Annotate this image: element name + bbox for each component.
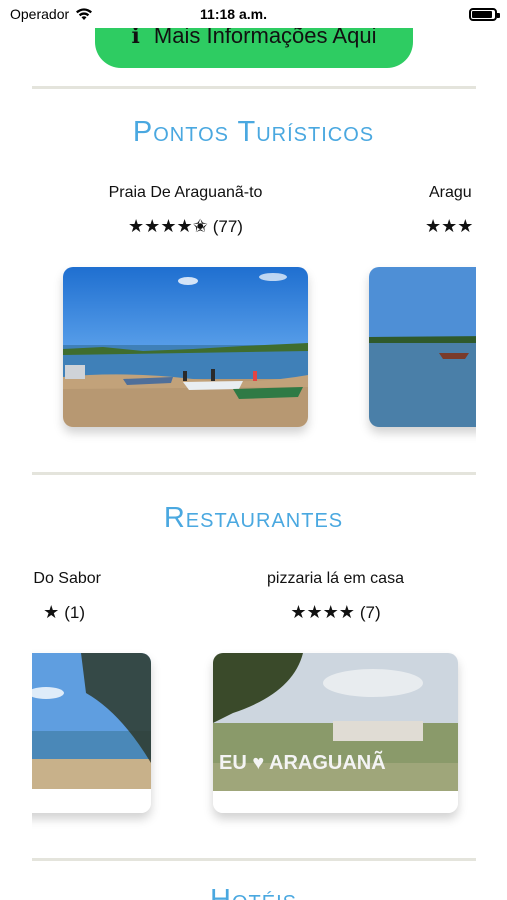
card-name: Do Sabor — [33, 570, 101, 587]
rating-count: (77) — [212, 217, 243, 236]
card-name: Praia De Araguanã-to — [108, 184, 263, 201]
lake-photo[interactable] — [32, 653, 151, 813]
hotels-section-title: Hotéis — [210, 884, 297, 900]
city-sign-photo[interactable]: EU ♥ ARAGUANÃ — [213, 653, 458, 813]
section-divider — [32, 86, 476, 89]
hotels-title-clip: Hotéis — [0, 876, 507, 900]
restaurant-card[interactable]: pizzaria lá em casa ★★★★ (7) EU ♥ ARAGUA… — [213, 570, 458, 813]
beach-photo[interactable] — [63, 267, 308, 427]
card-rating: ★★★ — [369, 216, 476, 237]
card-rating: ★★★★ (7) — [213, 602, 458, 623]
rating-count: (7) — [359, 603, 381, 622]
carrier-name: Operador — [10, 6, 70, 22]
rating-stars: ★ — [43, 602, 60, 623]
rating-stars: ★★★ — [425, 216, 474, 237]
section-divider — [32, 472, 476, 475]
tourist-card[interactable]: Praia De Araguanã-to ★★★★✬ (77) — [63, 184, 308, 427]
restaurant-card[interactable]: Do Sabor ★ (1) — [32, 570, 151, 813]
card-name: pizzaria lá em casa — [267, 570, 404, 587]
tourist-section-title: Pontos Turísticos — [132, 116, 375, 148]
rating-stars: ★★★★ — [290, 602, 355, 623]
sign-text: EU ♥ ARAGUANÃ — [219, 751, 386, 774]
card-name: Aragu — [429, 184, 472, 201]
rating-stars: ★★★★✬ — [128, 216, 208, 237]
battery-icon — [469, 8, 500, 21]
tourist-carousel[interactable]: Praia De Araguanã-to ★★★★✬ (77) Aragu ★★… — [32, 184, 476, 444]
restaurants-carousel[interactable]: Do Sabor ★ (1) pizzaria lá em casa ★★★★ … — [32, 570, 476, 832]
river-photo[interactable] — [369, 267, 476, 427]
card-rating: ★ (1) — [32, 602, 151, 623]
section-divider — [32, 858, 476, 861]
rating-count: (1) — [64, 603, 85, 622]
tourist-card[interactable]: Aragu ★★★ — [369, 184, 476, 427]
card-rating: ★★★★✬ (77) — [63, 216, 308, 237]
wifi-icon — [76, 8, 93, 20]
restaurants-section-title: Restaurantes — [163, 502, 344, 534]
status-bar: Operador 11:18 a.m. — [0, 0, 507, 28]
status-time: 11:18 a.m. — [200, 6, 267, 22]
